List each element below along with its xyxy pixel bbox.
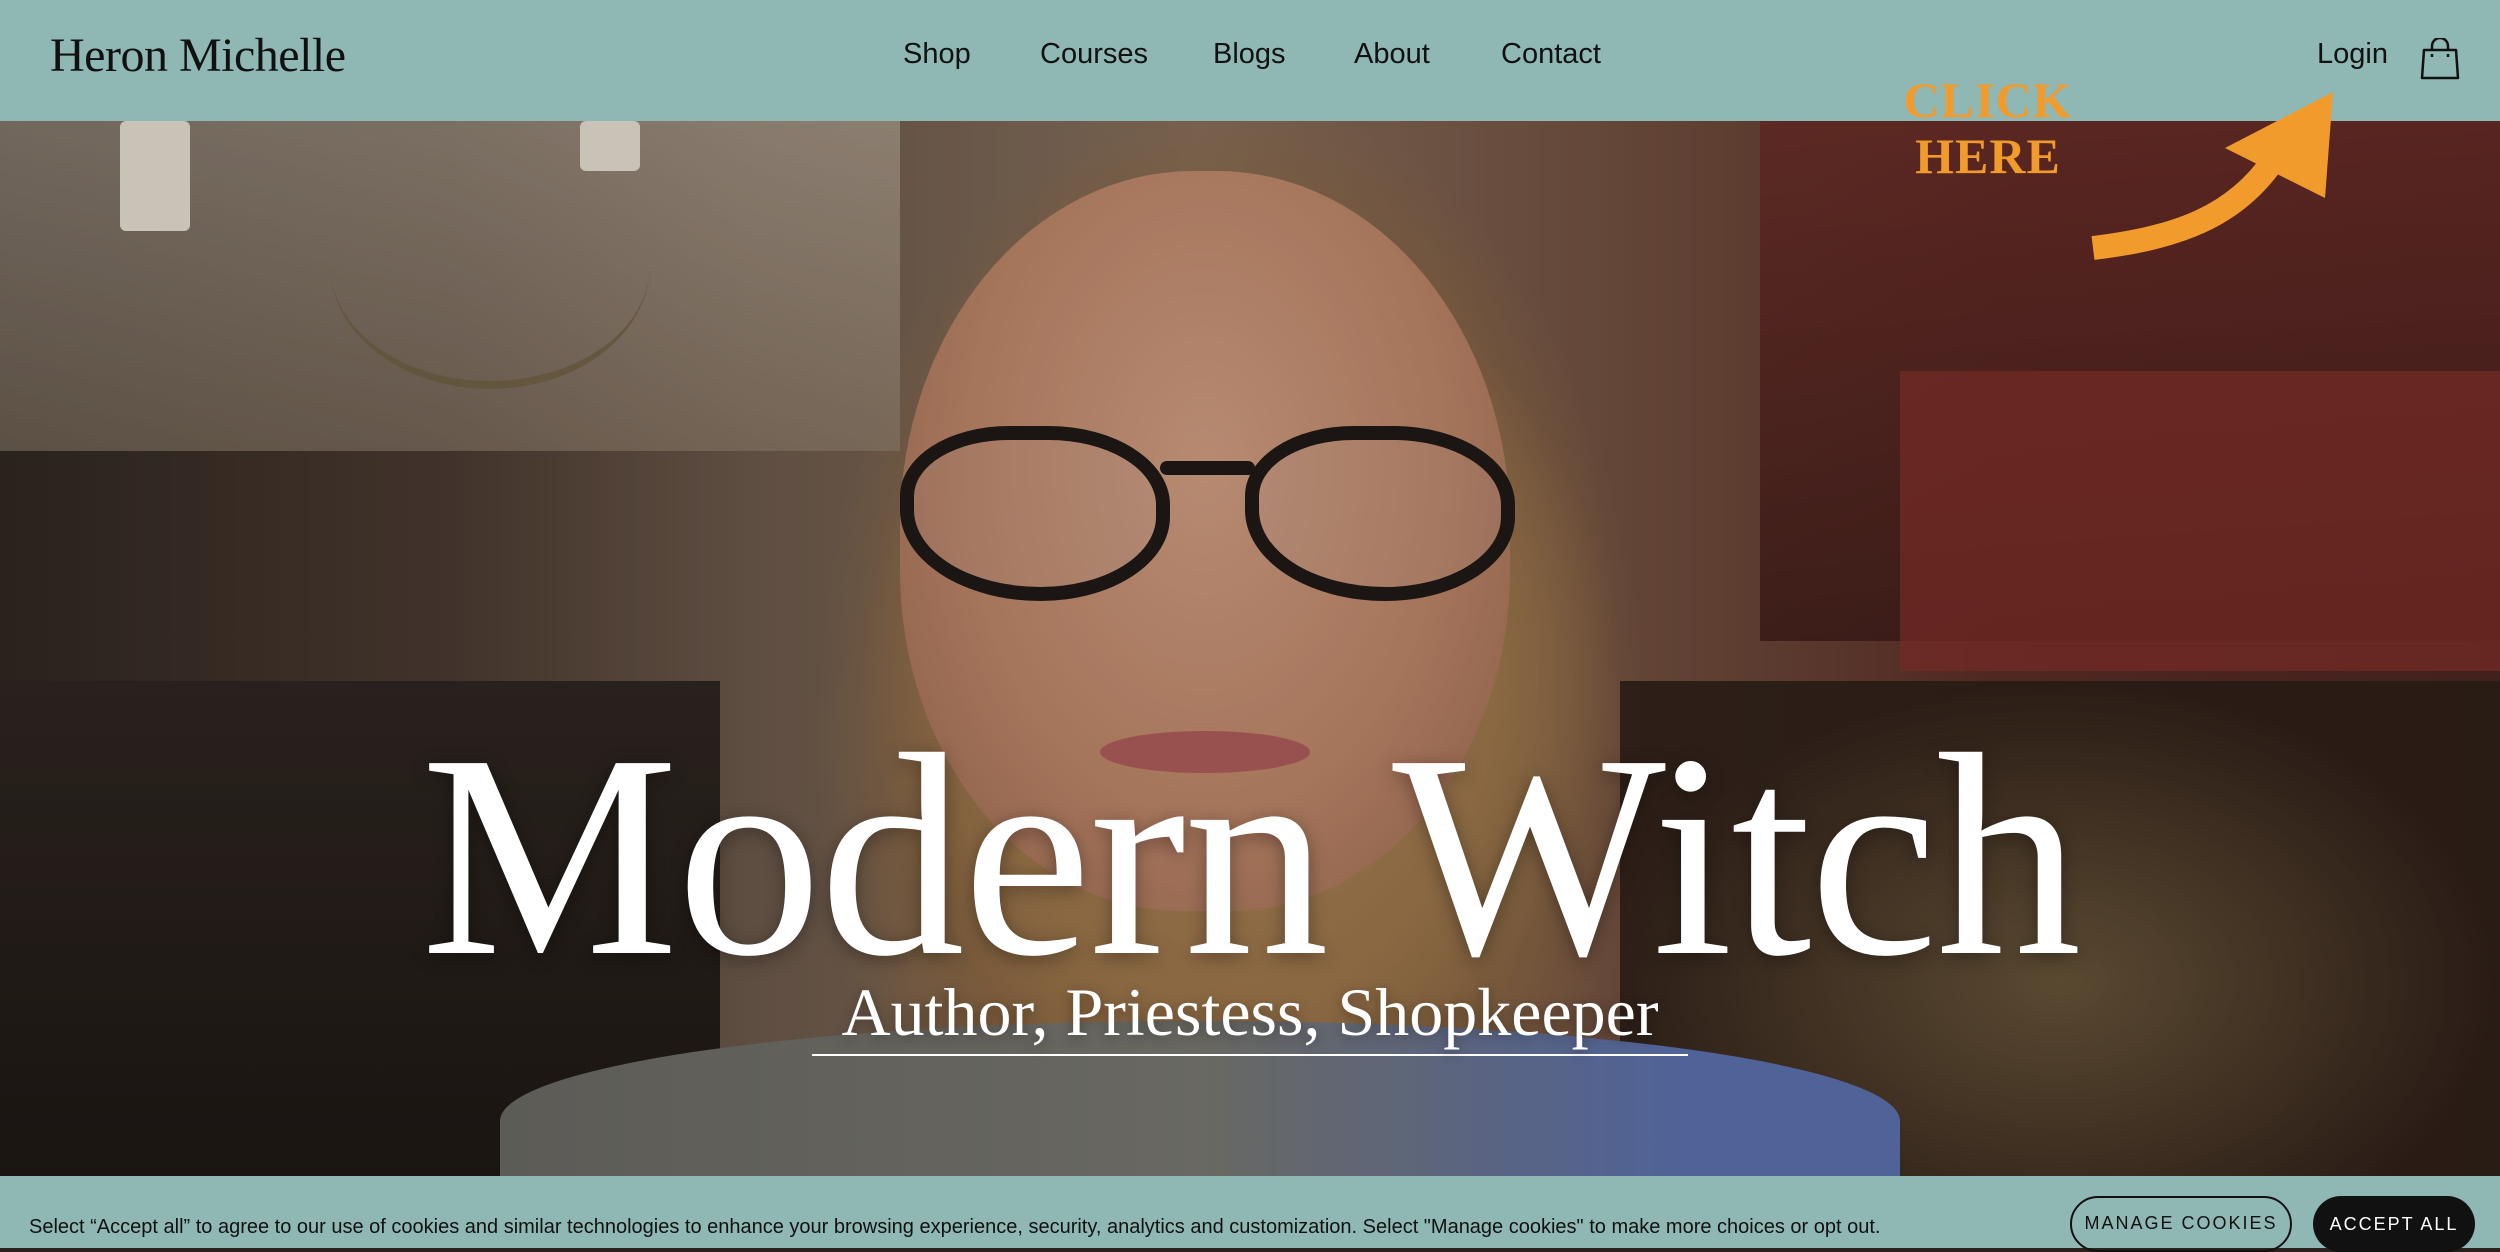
hero-section: Modern Witch Author, Priestess, Shopkeep… <box>0 121 2500 1176</box>
nav-item-shop[interactable]: Shop <box>903 38 971 71</box>
hero-title: Modern Witch <box>420 695 2081 1016</box>
callout-line-2: HERE <box>1915 128 2061 184</box>
hero-subtitle-link[interactable]: Author, Priestess, Shopkeeper <box>812 978 1688 1056</box>
accept-all-button[interactable]: ACCEPT ALL <box>2313 1196 2475 1252</box>
main-nav: Shop Courses Blogs About Contact <box>0 38 2500 82</box>
cookie-banner: Select “Accept all” to agree to our use … <box>0 1176 2500 1252</box>
click-here-callout: CLICK HERE <box>1888 72 2088 184</box>
cookie-banner-text: Select “Accept all” to agree to our use … <box>29 1216 1881 1238</box>
nav-item-courses[interactable]: Courses <box>1040 38 1148 71</box>
shopping-bag-icon[interactable] <box>2420 36 2460 80</box>
nav-item-blogs[interactable]: Blogs <box>1213 38 1286 71</box>
curved-arrow-icon <box>2091 92 2333 260</box>
manage-cookies-button[interactable]: MANAGE COOKIES <box>2070 1196 2292 1252</box>
callout-line-1: CLICK <box>1903 72 2073 128</box>
nav-item-contact[interactable]: Contact <box>1501 38 1601 71</box>
login-link[interactable]: Login <box>2317 38 2388 71</box>
nav-item-about[interactable]: About <box>1354 38 1430 71</box>
